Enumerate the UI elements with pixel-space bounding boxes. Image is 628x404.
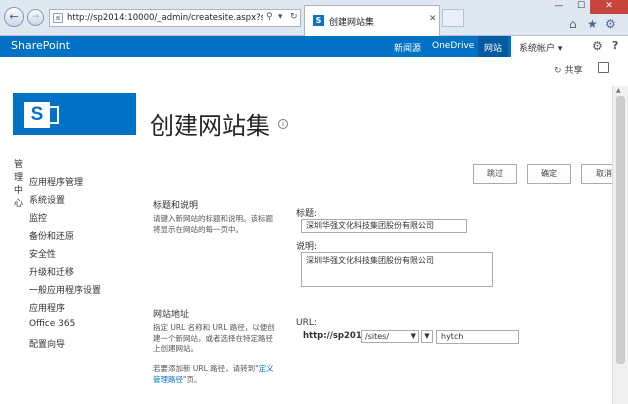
account-menu[interactable]: 系统帐户 ▾ [519,41,562,54]
scroll-up-icon[interactable]: ▲ [616,87,621,94]
managed-paths-note-suffix: "页。 [183,374,202,384]
suite-link-onedrive[interactable]: OneDrive [432,41,474,51]
tab-title: 创建网站集 [329,18,375,28]
favorites-icon[interactable]: ★ [587,17,598,31]
share-button[interactable]: ↻ 共享 [554,63,583,76]
nav-item-app-management[interactable]: 应用程序管理 [29,175,83,188]
nav-header-central-admin[interactable]: 管理中心 [14,157,23,209]
back-icon[interactable]: ← [4,7,24,27]
settings-gear-icon[interactable]: ⚙ [592,39,603,53]
new-tab-button[interactable] [442,9,464,27]
section-desc-title-description: 请键入新网站的标题和说明。该标题将显示在网站的每一页中。 [153,214,273,234]
description-textarea[interactable]: 深圳华强文化科技集团股份有限公司 [301,252,493,287]
sharepoint-logo[interactable]: S [13,93,136,135]
skip-button[interactable]: 跳过 [473,164,517,184]
sharepoint-favicon-icon: S [313,15,324,26]
page-title: 创建网站集 [150,112,270,140]
forward-icon[interactable]: → [27,9,44,26]
path-dropdown-icon[interactable]: ▼ [421,330,433,343]
section-heading-title-description: 标题和说明 [153,201,199,211]
address-dropdown-icon[interactable]: ▾ [278,12,283,22]
nav-item-upgrade-migration[interactable]: 升级和迁移 [29,265,74,278]
nav-item-backup-restore[interactable]: 备份和还原 [29,229,74,242]
cancel-button[interactable]: 取消 [581,164,612,184]
suite-bar-right: 系统帐户 ▾ ⚙ ? [511,36,628,57]
title-input[interactable]: 深圳华强文化科技集团股份有限公司 [301,219,467,233]
nav-item-general-settings[interactable]: 一般应用程序设置 [29,283,101,296]
nav-item-security[interactable]: 安全性 [29,247,56,260]
focus-content-icon[interactable] [598,62,609,73]
suite-link-newsfeed[interactable]: 新闻源 [394,41,421,54]
tools-gear-icon[interactable]: ⚙ [605,17,616,31]
suite-link-sites[interactable]: 网站 [484,41,502,54]
logo-letter: S [24,102,50,128]
suite-bar: SharePoint 新闻源 OneDrive 网站 系统帐户 ▾ ⚙ ? [0,36,628,57]
browser-tab[interactable]: S 创建网站集 ✕ [304,5,440,36]
tab-close-icon[interactable]: ✕ [429,14,437,24]
nav-item-apps[interactable]: 应用程序 [29,301,65,314]
nav-item-system-settings[interactable]: 系统设置 [29,193,65,206]
nav-item-config-wizards[interactable]: 配置向导 [29,337,65,350]
section-desc-site-address: 指定 URL 名称和 URL 路径，以便创建一个新网站，或者选择在特定路径上创建… [153,323,275,353]
vertical-scrollbar[interactable]: ▲ [612,86,628,404]
address-bar[interactable]: http://sp2014:10000/_admin/createsite.as… [49,9,301,27]
maximize-icon[interactable]: ☐ [570,0,592,14]
minimize-icon[interactable]: — [548,0,570,14]
help-icon[interactable]: ? [612,39,618,52]
section-heading-site-address: 网站地址 [153,310,190,320]
share-label: 共享 [564,66,583,76]
close-window-icon[interactable]: ✕ [590,0,628,14]
page-icon [53,13,63,23]
nav-item-monitoring[interactable]: 监控 [29,211,47,224]
managed-paths-note-prefix: 若要添加新 URL 路径，请转到" [153,364,259,373]
url-prefix: http://sp2014 [303,331,368,341]
address-url[interactable]: http://sp2014:10000/_admin/createsite.as… [67,13,263,25]
url-field-label: URL: [296,318,317,328]
scroll-thumb[interactable] [616,96,625,364]
info-icon[interactable]: i [278,119,288,129]
managed-paths-note: 若要添加新 URL 路径，请转到"定义管理路径"页。 [153,364,277,385]
site-name-input[interactable]: hytch [436,330,519,344]
refresh-icon[interactable]: ↻ [290,12,298,22]
browser-chrome: ← → http://sp2014:10000/_admin/createsit… [0,0,628,36]
managed-path-select[interactable]: /sites/ ▼ [361,330,419,343]
select-dropdown-icon: ▼ [410,332,416,340]
home-icon[interactable]: ⌂ [569,17,577,31]
share-icon: ↻ [554,66,562,76]
brand-label[interactable]: SharePoint [11,39,70,52]
nav-item-office365[interactable]: Office 365 [29,319,75,329]
ok-button[interactable]: 确定 [527,164,571,184]
managed-path-value: /sites/ [365,332,390,341]
title-field-label: 标题: [296,209,318,219]
search-icon[interactable]: ⚲ [266,12,273,22]
description-field-label: 说明: [296,242,318,252]
